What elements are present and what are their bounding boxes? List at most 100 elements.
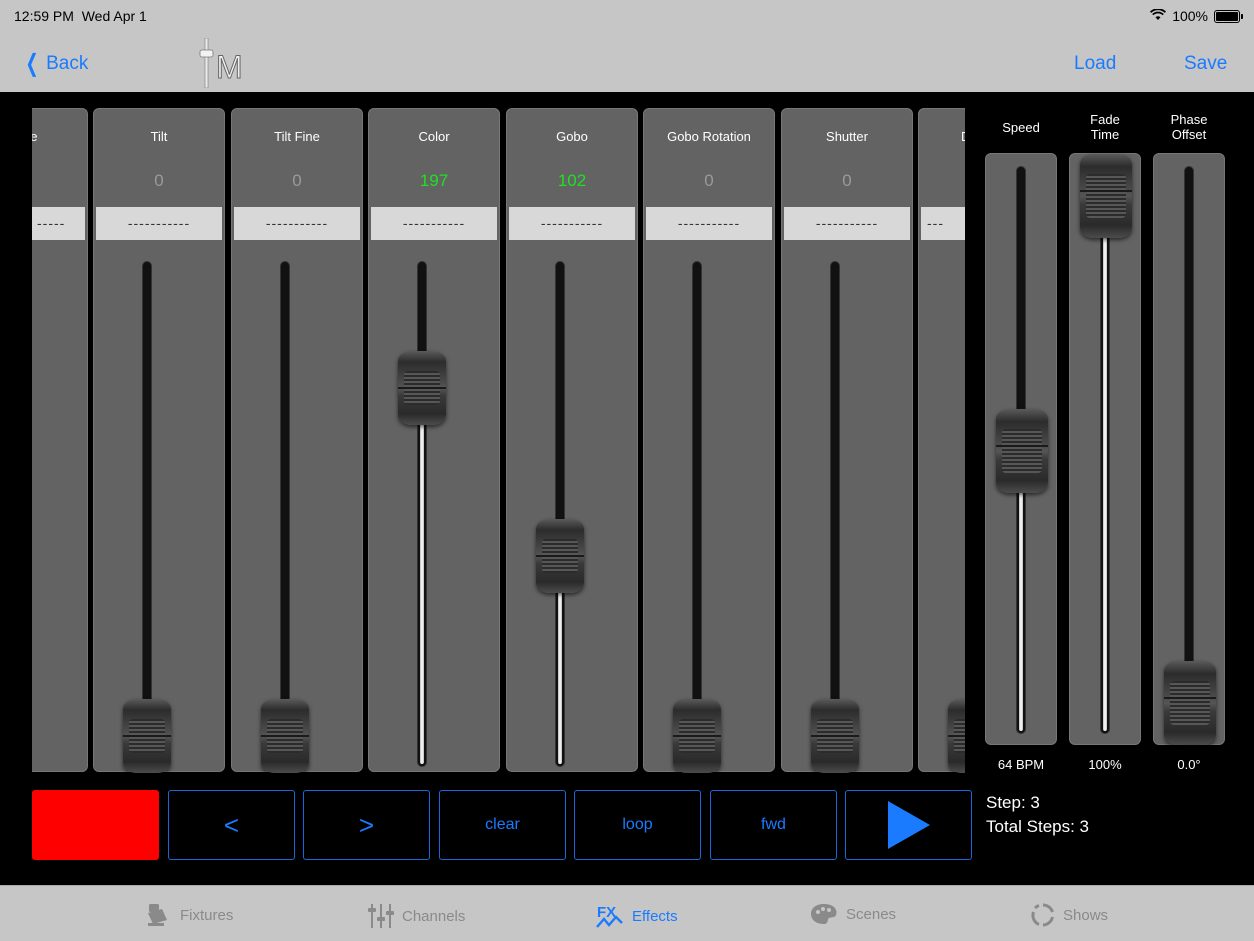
fade-time-value: 100% [1088, 757, 1122, 772]
play-icon [887, 801, 930, 849]
channel-strip: Tilt Fine 0 ----------- [231, 108, 363, 773]
channel-strip: Gobo Rotation 0 ----------- [643, 108, 775, 773]
channel-label-box[interactable]: ----------- [234, 207, 360, 240]
channel-label-box[interactable]: ----------- [646, 207, 772, 240]
channel-value: 0 [842, 171, 852, 190]
speed-title-label: Speed [1002, 120, 1040, 135]
phase-offset-title-line2: Offset [1171, 127, 1207, 142]
battery-icon [1214, 9, 1243, 23]
fader-track [555, 261, 565, 767]
scenes-icon [811, 904, 837, 924]
tab-label: Channels [402, 907, 466, 925]
channel-name: Shutter [826, 129, 868, 144]
clear-button[interactable]: clear [439, 790, 566, 860]
channel-strip: Shutter 0 ----------- [781, 108, 913, 773]
fade-time-slider [1069, 153, 1141, 745]
tab-bar: Fixtures Channels FX Effects Scenes Show… [0, 885, 1254, 941]
phase-offset-title-line1: Phase [1170, 112, 1208, 127]
fader-track [830, 261, 840, 767]
slider-track [1184, 166, 1194, 734]
phase-offset-title: Phase Offset [1153, 112, 1225, 142]
fader-track [142, 261, 152, 767]
step-label: Step: 3 [986, 793, 1040, 812]
direction-button[interactable]: fwd [710, 790, 837, 860]
channel-name: Tilt [150, 129, 168, 144]
status-date: Wed Apr 1 [81, 8, 147, 24]
tab-channels[interactable]: Channels [368, 903, 465, 929]
logo-letter: M [216, 49, 243, 85]
channel-value: 102 [557, 171, 587, 190]
fade-time-title-line1: Fade [1090, 112, 1120, 127]
fader-knob[interactable] [673, 699, 721, 773]
fader-knob[interactable] [123, 699, 171, 773]
status-right: 100% [1150, 8, 1243, 24]
wifi-icon [1150, 8, 1167, 24]
slider-knob[interactable] [996, 409, 1048, 493]
record-button[interactable] [32, 790, 159, 860]
battery-percent: 100% [1172, 8, 1208, 24]
channel-label-box[interactable]: ----- [32, 207, 85, 240]
tab-label: Fixtures [180, 906, 234, 924]
fader-fill [420, 420, 424, 764]
slider-knob[interactable] [1164, 661, 1216, 745]
channel-strip: ne ----- [32, 108, 88, 772]
fader-track [692, 261, 702, 767]
fader-knob[interactable] [261, 699, 309, 773]
save-button[interactable]: Save [1184, 53, 1227, 75]
next-step-button[interactable]: > [303, 790, 430, 860]
back-label: Back [46, 53, 89, 74]
back-button[interactable]: ❮ Back [22, 50, 89, 77]
fade-time-title: Fade Time [1069, 112, 1141, 142]
channel-strip: Color 197 ----------- [368, 108, 500, 772]
tab-effects[interactable]: FX Effects [596, 903, 678, 929]
fixtures-icon [148, 904, 167, 926]
phase-offset-slider [1153, 153, 1225, 745]
phase-offset-value: 0.0° [1177, 757, 1201, 772]
tab-shows[interactable]: Shows [1031, 903, 1108, 927]
effects-icon: FX [596, 904, 623, 928]
fader-knob[interactable] [398, 351, 446, 425]
chevron-left-icon: ❮ [25, 50, 39, 77]
channel-strip: D --- [918, 108, 965, 773]
channel-name: Gobo Rotation [667, 129, 751, 144]
channels-icon [368, 904, 394, 928]
channel-name: Gobo [556, 129, 588, 144]
status-time: 12:59 PM [14, 8, 74, 24]
channel-strips: ne ----- Tilt 0 ----------- Tilt Fine 0 … [32, 108, 965, 774]
app-logo: M [199, 38, 243, 88]
channel-label-box[interactable]: ----------- [784, 207, 910, 240]
slider-track [1100, 166, 1110, 734]
top-bar: 12:59 PM Wed Apr 1 100% ❮ Back M Load Sa… [0, 0, 1254, 92]
load-button[interactable]: Load [1074, 53, 1116, 75]
fader-knob[interactable] [811, 699, 859, 773]
tab-label: Shows [1063, 906, 1109, 924]
tab-label: Effects [632, 907, 678, 925]
play-button[interactable] [845, 790, 972, 860]
channel-strip: Tilt 0 ----------- [93, 108, 225, 773]
channel-label-box[interactable]: ----------- [371, 207, 497, 240]
channel-name: Color [418, 129, 450, 144]
shows-icon [1031, 903, 1054, 927]
slider-knob[interactable] [1080, 154, 1132, 238]
fader-knob[interactable] [948, 699, 965, 773]
channel-value: 0 [154, 171, 164, 190]
speed-value: 64 BPM [997, 757, 1045, 772]
fader-knob[interactable] [536, 519, 584, 593]
fader-fill [558, 588, 562, 764]
prev-step-button[interactable]: < [168, 790, 295, 860]
fade-time-title-line2: Time [1090, 127, 1120, 142]
channel-name: Tilt Fine [274, 129, 320, 144]
tab-fixtures[interactable]: Fixtures [146, 903, 233, 927]
tab-label: Scenes [846, 905, 897, 923]
channel-label-box[interactable]: ----------- [509, 207, 635, 240]
loop-button[interactable]: loop [574, 790, 701, 860]
channel-value: 197 [419, 171, 449, 190]
channel-label-box[interactable]: --- [921, 207, 965, 240]
slider-fill [1019, 463, 1023, 731]
total-steps-label: Total Steps: 3 [986, 817, 1090, 836]
channel-name: ne [32, 129, 38, 144]
channel-label-box[interactable]: ----------- [96, 207, 222, 240]
speed-title: Speed [985, 120, 1057, 135]
slider-fill [1103, 207, 1107, 731]
tab-scenes[interactable]: Scenes [810, 903, 896, 925]
